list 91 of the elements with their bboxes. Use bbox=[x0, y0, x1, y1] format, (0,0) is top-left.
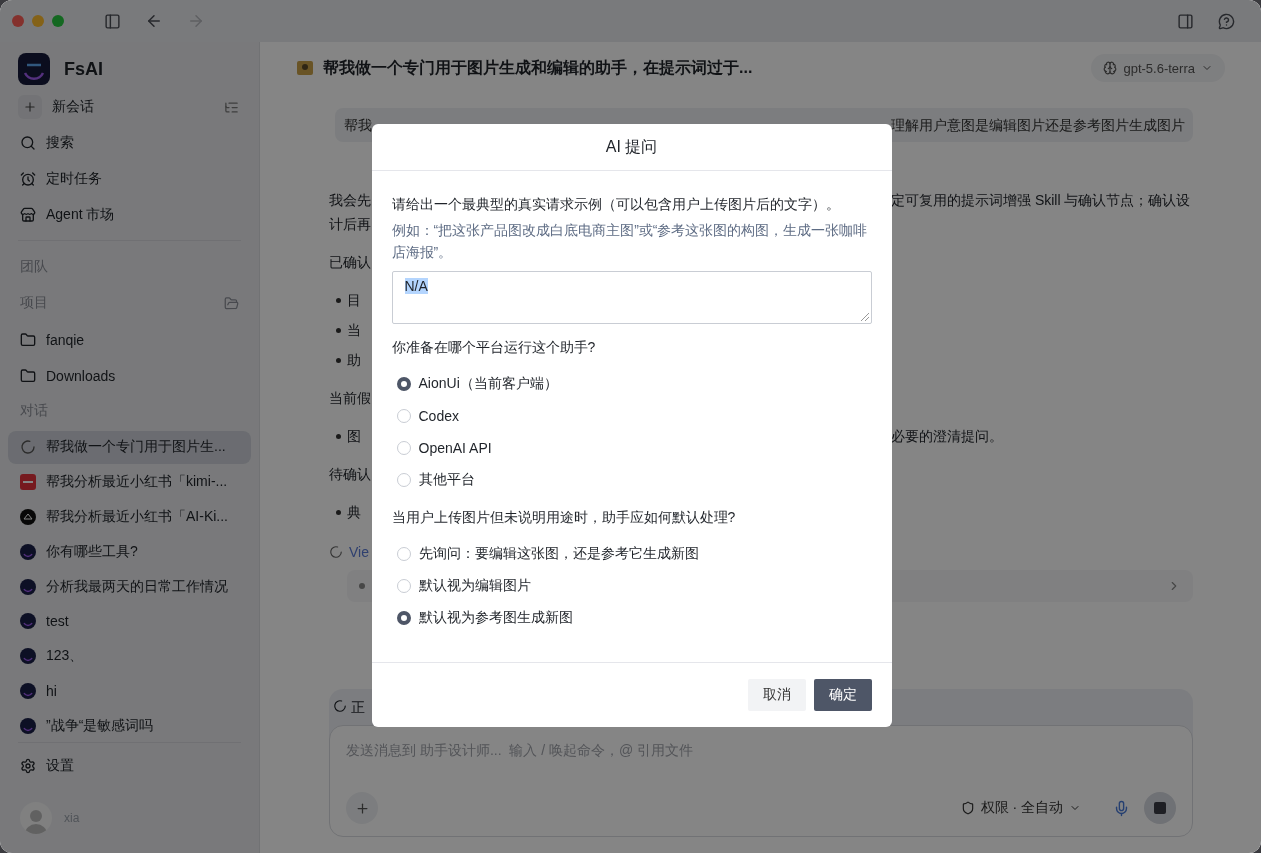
brain-icon bbox=[1103, 61, 1118, 75]
picture-icon bbox=[297, 61, 313, 75]
settings-item[interactable]: 设置 bbox=[8, 749, 251, 783]
folder-icon bbox=[20, 368, 36, 384]
cancel-button[interactable]: 取消 bbox=[747, 679, 806, 711]
sidebar-item[interactable]: 定时任务 bbox=[8, 162, 251, 196]
message-text: 我会先 bbox=[329, 191, 370, 210]
message-text: 待确认 bbox=[329, 465, 370, 484]
dark-app-icon bbox=[20, 508, 36, 525]
question-text: 请给出一个最典型的真实请求示例（可以包含用户上传图片后的文字）。 bbox=[391, 195, 841, 214]
app-avatar-icon bbox=[20, 613, 36, 630]
confirm-button[interactable]: 确定 bbox=[813, 679, 872, 711]
zoom-light[interactable] bbox=[52, 15, 64, 27]
folder-icon bbox=[20, 332, 36, 348]
question-text: 当用户上传图片但未说明用途时，助手应如何默认处理? bbox=[391, 508, 737, 527]
bullet-dot bbox=[335, 297, 341, 303]
bullet-dot bbox=[335, 433, 341, 439]
radio-option[interactable]: 默认视为编辑图片 bbox=[391, 570, 872, 602]
plus-icon bbox=[18, 95, 42, 119]
stop-button[interactable] bbox=[1144, 792, 1176, 824]
settings-icon bbox=[20, 758, 36, 774]
chat-title: 帮我做一个专门用于图片生成和编辑的助手，在提示词过于... bbox=[323, 57, 754, 78]
app-avatar-icon bbox=[20, 543, 36, 560]
permission-selector[interactable]: 权限 · 全自动 bbox=[960, 799, 1081, 817]
chat-item[interactable]: 帮我分析最近小红书「AI-Ki... bbox=[8, 500, 251, 534]
chat-item[interactable]: 你有哪些工具? bbox=[8, 535, 251, 569]
new-chat-button[interactable]: 新会话 bbox=[8, 90, 251, 124]
question-text: 你准备在哪个平台运行这个助手? bbox=[391, 338, 597, 357]
answer-field[interactable]: N/A bbox=[391, 271, 872, 324]
status-text: 正 bbox=[351, 699, 365, 717]
chat-item[interactable]: 分析我最两天的日常工作情况 bbox=[8, 570, 251, 603]
store-icon bbox=[20, 207, 36, 223]
sidebar-item[interactable]: Agent 市场 bbox=[8, 198, 251, 232]
hint-text: 例如：“把这张产品图改成白底电商主图”或“参考这张图的构图，生成一张咖啡店海报”。 bbox=[391, 221, 869, 262]
project-item[interactable]: Downloads bbox=[8, 359, 251, 393]
forward-icon[interactable] bbox=[187, 12, 205, 30]
back-icon[interactable] bbox=[145, 12, 163, 30]
radio-option[interactable]: AionUi（当前客户端） bbox=[391, 368, 872, 400]
user-avatar[interactable] bbox=[20, 802, 52, 834]
chat-item[interactable]: 123、 bbox=[8, 639, 251, 673]
alarm-clock-icon bbox=[20, 171, 36, 187]
shield-icon bbox=[960, 801, 975, 815]
message-text: 助 bbox=[347, 351, 362, 370]
loading-icon bbox=[333, 699, 347, 713]
help-icon[interactable] bbox=[1218, 12, 1235, 30]
message-text: 目 bbox=[347, 291, 362, 310]
bullet-dot bbox=[335, 357, 341, 363]
bullet-dot bbox=[335, 509, 341, 515]
sidebar-item[interactable]: 搜索 bbox=[8, 126, 251, 160]
radio-option[interactable]: Codex bbox=[391, 400, 872, 432]
app-avatar-icon bbox=[20, 682, 36, 699]
chat-item[interactable]: test bbox=[8, 604, 251, 638]
close-light[interactable] bbox=[12, 15, 24, 27]
chat-item[interactable]: ”战争“是敏感词吗 bbox=[8, 709, 251, 742]
radio-option[interactable]: 先询问：要编辑这张图，还是参考它生成新图 bbox=[391, 538, 872, 570]
microphone-icon[interactable] bbox=[1113, 799, 1130, 817]
minimize-light[interactable] bbox=[32, 15, 44, 27]
list-icon[interactable] bbox=[224, 99, 239, 115]
message-text: 计后再 bbox=[329, 215, 370, 234]
app-logo bbox=[18, 53, 50, 85]
app-name: FsAI bbox=[64, 58, 103, 80]
app-avatar-icon bbox=[20, 578, 36, 595]
app-avatar-icon bbox=[20, 717, 36, 734]
loading-icon bbox=[329, 545, 343, 559]
message-text: 定可复用的提示词增强 Skill 与确认节点；确认设 bbox=[891, 191, 1192, 210]
message-text: 当前假 bbox=[329, 389, 370, 408]
radio-option[interactable]: 其他平台 bbox=[391, 464, 872, 496]
radio-option[interactable]: OpenAI API bbox=[391, 432, 872, 464]
message-text: 图 bbox=[347, 427, 362, 446]
project-item[interactable]: fanqie bbox=[8, 323, 251, 357]
search-icon bbox=[20, 135, 36, 151]
message-text: 必要的澄清提问。 bbox=[891, 427, 1004, 446]
loading-icon bbox=[20, 439, 36, 456]
plus-icon bbox=[354, 800, 370, 816]
message-text: 当 bbox=[347, 321, 362, 340]
message-text: 典 bbox=[347, 503, 362, 522]
model-selector[interactable]: gpt-5.6-terra bbox=[1091, 54, 1225, 82]
chat-item[interactable]: 帮我分析最近小红书「kimi-... bbox=[8, 465, 251, 499]
bullet-dot bbox=[335, 327, 341, 333]
radio-option[interactable]: 默认视为参考图生成新图 bbox=[391, 602, 872, 634]
message-text: 已确认 bbox=[329, 253, 370, 272]
app-icon bbox=[20, 474, 36, 491]
chat-item[interactable]: hi bbox=[8, 674, 251, 708]
view-link[interactable]: Vie bbox=[349, 544, 369, 560]
resize-grip-icon bbox=[860, 313, 869, 321]
sidebar-toggle-icon[interactable] bbox=[104, 12, 121, 30]
chat-item[interactable]: 帮我做一个专门用于图片生... bbox=[8, 431, 251, 464]
add-button[interactable] bbox=[346, 792, 378, 824]
panel-toggle-icon[interactable] bbox=[1177, 12, 1194, 30]
app-avatar-icon bbox=[20, 648, 36, 665]
folder-icon[interactable] bbox=[224, 295, 239, 311]
